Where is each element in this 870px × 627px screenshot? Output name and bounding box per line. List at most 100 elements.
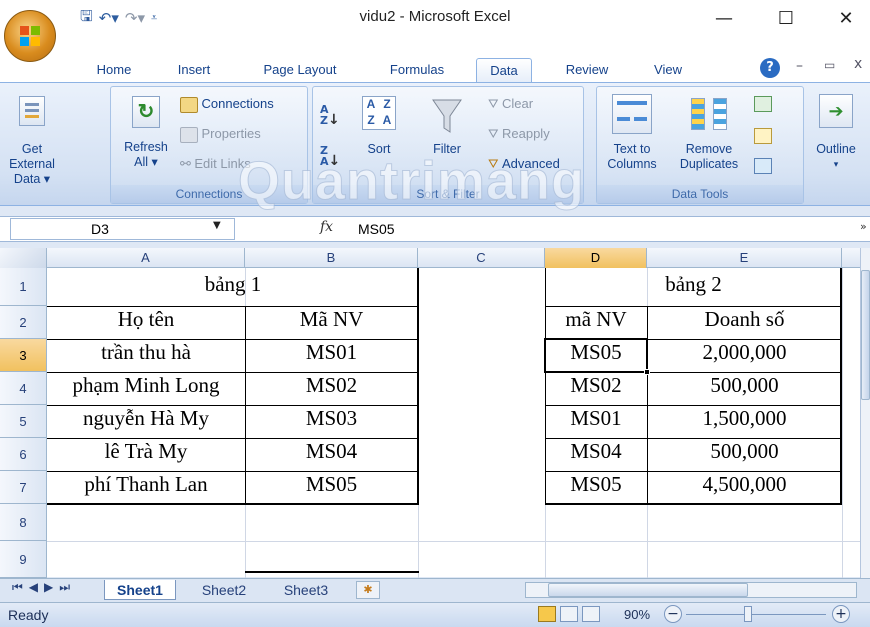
tab-view[interactable]: View (640, 58, 696, 82)
table1-cell[interactable]: phạm Minh Long (47, 373, 245, 398)
table1-header-name[interactable]: Họ tên (47, 307, 245, 332)
connections-button[interactable]: Connections (180, 96, 274, 113)
row-header-3[interactable]: 3 (0, 339, 47, 372)
insert-function-icon[interactable]: fx (320, 219, 333, 235)
sheet-navigation-icons[interactable]: ⏮◀▶⏭ (12, 580, 76, 595)
zoom-out-button[interactable]: − (664, 605, 682, 623)
row-header-4[interactable]: 4 (0, 372, 47, 405)
row-header-8[interactable]: 8 (0, 504, 47, 541)
clear-filter-button[interactable]: ⛛ Clear (488, 96, 533, 112)
connections-icon (180, 96, 198, 113)
row-header-6[interactable]: 6 (0, 438, 47, 471)
table2-cell[interactable]: MS02 (545, 373, 647, 398)
clear-filter-icon: ⛛ (488, 97, 499, 111)
tab-page-layout[interactable]: Page Layout (250, 58, 350, 82)
zoom-in-button[interactable]: + (832, 605, 850, 623)
what-if-analysis-icon[interactable] (754, 158, 772, 174)
sort-a-to-z-icon[interactable]: A Z↓ (320, 104, 340, 127)
table1-header-id[interactable]: Mã NV (245, 307, 418, 332)
office-button[interactable] (4, 10, 56, 62)
minimize-button[interactable]: — (702, 4, 746, 34)
row-header-9[interactable]: 9 (0, 541, 47, 578)
row-header-2[interactable]: 2 (0, 306, 47, 339)
filter-button[interactable]: Filter (424, 96, 470, 157)
row-header-1[interactable]: 1 (0, 268, 47, 306)
text-to-columns-icon (612, 94, 652, 134)
zoom-slider-thumb[interactable] (744, 606, 752, 622)
table2-header-sales[interactable]: Doanh số (647, 307, 842, 332)
table2-cell[interactable]: 500,000 (647, 439, 842, 464)
column-header-e[interactable]: E (647, 248, 842, 268)
table1-cell[interactable]: MS04 (245, 439, 418, 464)
formula-input[interactable]: MS05 (358, 218, 395, 240)
ribbon-restore-icon[interactable]: ▭ (824, 58, 835, 72)
outline-label: Outline (816, 142, 856, 156)
table2-cell[interactable]: 500,000 (647, 373, 842, 398)
name-box-dropdown-icon[interactable]: ▼ (213, 220, 221, 231)
sheet-tab-2[interactable]: Sheet2 (190, 580, 258, 600)
column-header-a[interactable]: A (47, 248, 245, 268)
normal-view-icon[interactable] (538, 606, 556, 622)
table2-cell[interactable]: MS05 (545, 472, 647, 497)
remove-duplicates-button[interactable]: Remove Duplicates (668, 94, 750, 172)
zoom-slider-track[interactable] (686, 614, 826, 615)
row-header-7[interactable]: 7 (0, 471, 47, 504)
table2-title[interactable]: bảng 2 (545, 272, 842, 297)
table1-cell[interactable]: MS02 (245, 373, 418, 398)
data-validation-icon[interactable] (754, 96, 772, 112)
sheet-tab-1[interactable]: Sheet1 (104, 580, 176, 600)
table1-cell[interactable]: nguyễn Hà My (47, 406, 245, 431)
properties-icon (180, 126, 198, 143)
sheet-tab-3[interactable]: Sheet3 (272, 580, 340, 600)
tab-insert[interactable]: Insert (164, 58, 224, 82)
help-icon[interactable]: ? (760, 58, 780, 78)
close-button[interactable]: ✕ (824, 4, 868, 34)
fill-handle[interactable] (644, 369, 650, 375)
column-header-d[interactable]: D (545, 248, 647, 268)
active-cell-selection[interactable] (544, 338, 648, 373)
text-to-columns-button[interactable]: Text to Columns (600, 94, 664, 172)
horizontal-scroll-thumb[interactable] (548, 583, 748, 597)
table2-header-id[interactable]: mã NV (545, 307, 647, 332)
select-all-corner[interactable] (0, 248, 47, 268)
table2-cell[interactable]: MS04 (545, 439, 647, 464)
tab-data[interactable]: Data (476, 58, 532, 82)
tab-formulas[interactable]: Formulas (372, 58, 462, 82)
table1-cell[interactable]: MS01 (245, 340, 418, 365)
reapply-label: Reapply (502, 126, 550, 141)
table1-cell[interactable]: phí Thanh Lan (47, 472, 245, 497)
properties-button[interactable]: Properties (180, 126, 261, 143)
tab-review[interactable]: Review (554, 58, 620, 82)
consolidate-icon[interactable] (754, 128, 772, 144)
zoom-level[interactable]: 90% (624, 607, 650, 622)
page-layout-view-icon[interactable] (560, 606, 578, 622)
table1-cell[interactable]: lê Trà My (47, 439, 245, 464)
vertical-scroll-thumb[interactable] (861, 270, 870, 400)
table2-cell[interactable]: MS01 (545, 406, 647, 431)
expand-formula-bar-icon[interactable]: » (860, 220, 867, 233)
table1-cell[interactable]: MS05 (245, 472, 418, 497)
insert-sheet-icon[interactable]: ✱ (356, 581, 380, 599)
table1-cell[interactable]: trần thu hà (47, 340, 245, 365)
table1-title[interactable]: bảng 1 (47, 272, 419, 302)
table2-cell[interactable]: 1,500,000 (647, 406, 842, 431)
column-header-b[interactable]: B (245, 248, 418, 268)
column-header-c[interactable]: C (418, 248, 545, 268)
get-external-data-button[interactable]: Get External Data ▾ (0, 96, 64, 187)
table2-cell[interactable]: 4,500,000 (647, 472, 842, 497)
text-to-columns-label-2: Columns (607, 157, 657, 171)
table1-cell[interactable]: MS03 (245, 406, 418, 431)
row-header-5[interactable]: 5 (0, 405, 47, 438)
table2-cell[interactable]: 2,000,000 (647, 340, 842, 365)
refresh-all-button[interactable]: ↻ Refresh All ▾ (116, 96, 176, 170)
maximize-button[interactable]: ☐ (764, 4, 808, 34)
outline-button[interactable]: ➔ Outline ▾ (806, 94, 866, 172)
tab-home[interactable]: Home (84, 58, 144, 82)
name-box[interactable]: D3 (10, 218, 235, 240)
ribbon-close-icon[interactable]: x (854, 56, 862, 72)
reapply-button[interactable]: ⛛ Reapply (488, 126, 550, 142)
ribbon-minimize-icon[interactable]: – (796, 58, 803, 74)
sort-button[interactable]: AZZA Sort (356, 96, 402, 157)
page-break-view-icon[interactable] (582, 606, 600, 622)
status-ready: Ready (8, 607, 49, 623)
